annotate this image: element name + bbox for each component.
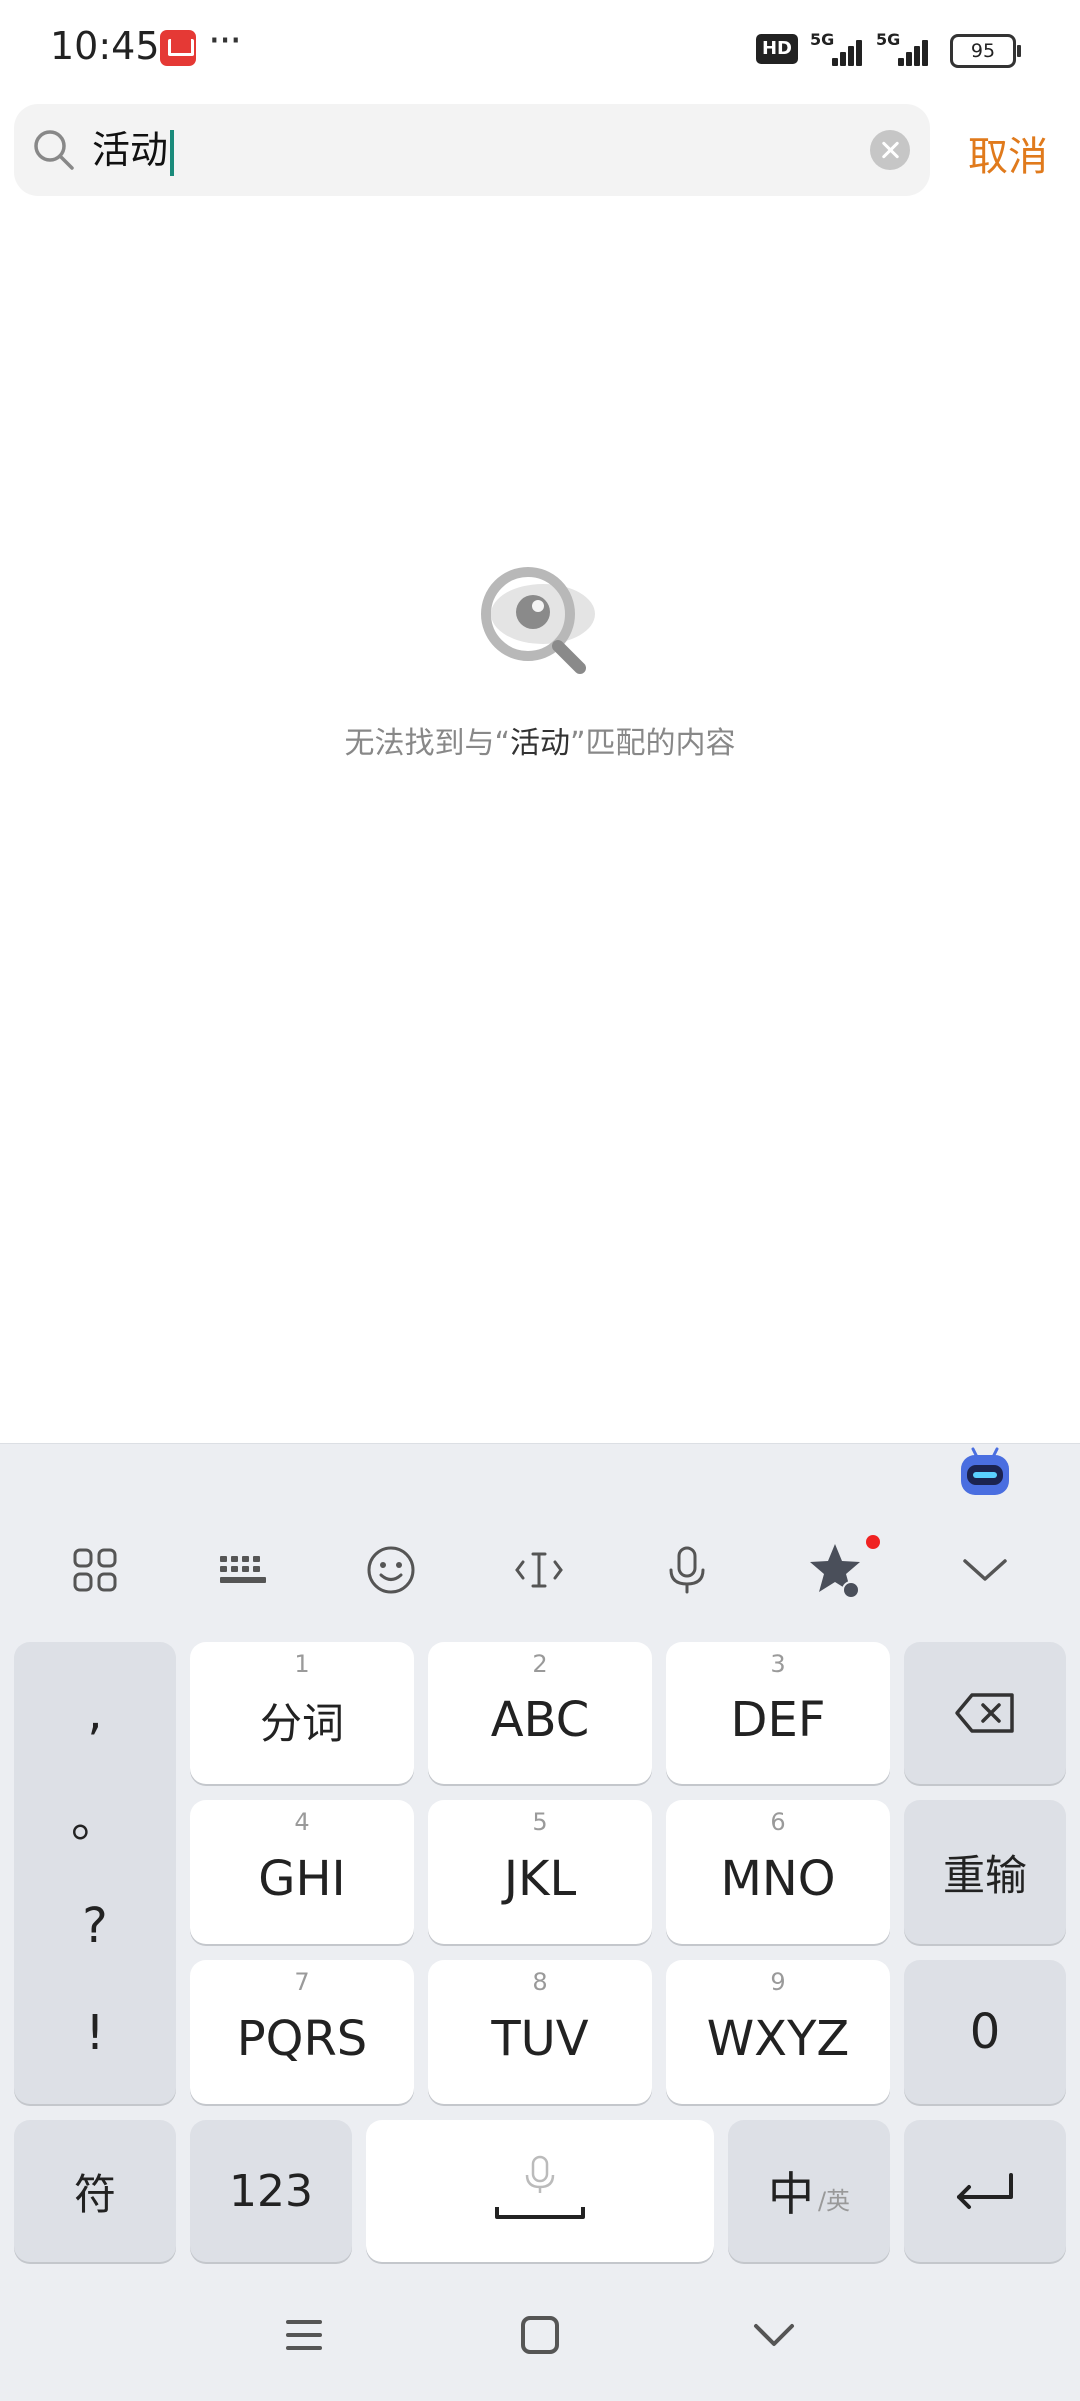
key-label: TUV [491,2011,589,2067]
key-number: 9 [770,1968,786,1996]
grid-icon[interactable] [60,1530,130,1610]
key-number: 7 [294,1968,310,1996]
key-number: 6 [770,1808,786,1836]
key-label: JKL [503,1851,577,1907]
key-8[interactable]: 8 TUV [428,1960,652,2104]
key-1[interactable]: 1 分词 [190,1642,414,1784]
keyboard-icon[interactable] [208,1530,278,1610]
microphone-icon[interactable] [652,1530,722,1610]
search-bar[interactable]: 活动 [14,104,930,196]
key-3[interactable]: 3 DEF [666,1642,890,1784]
menu-nav-button[interactable] [264,2290,344,2380]
symbol-label: 符 [73,2169,116,2219]
cancel-button[interactable]: 取消 [968,124,1048,182]
no-results-icon [481,567,595,674]
lang-primary-label: 中 [767,2167,814,2221]
punct-exclamation[interactable]: ! [85,2009,104,2057]
app-notification-icon [160,30,196,66]
key-label: MNO [720,1851,836,1907]
back-nav-button[interactable] [734,2290,814,2380]
key-label: PQRS [236,2011,368,2067]
punct-comma[interactable]: , [87,1689,102,1737]
numeric-key[interactable]: 123 [190,2120,352,2262]
enter-key[interactable] [904,2120,1066,2262]
space-key[interactable] [366,2120,714,2262]
symbol-key[interactable]: 符 [14,2120,176,2262]
no-results-message: 无法找到与“活动”匹配的内容 [0,718,1080,762]
retype-key[interactable]: 重输 [904,1800,1066,1944]
space-microphone-icon [495,2155,585,2219]
text-caret [170,129,175,176]
retype-label: 重输 [942,1850,1027,1900]
no-results-suffix: ”匹配的内容 [570,726,736,761]
key-number: 1 [294,1650,310,1678]
key-number: 5 [532,1808,548,1836]
keyboard-toolbar [0,1530,1080,1610]
no-results-prefix: 无法找到与“ [344,726,510,761]
key-0[interactable]: 0 [904,1960,1066,2104]
chevron-down-icon[interactable] [950,1530,1020,1610]
key-5[interactable]: 5 JKL [428,1800,652,1944]
home-icon [521,2316,559,2354]
chevron-down-icon [754,2324,794,2346]
star-icon[interactable] [800,1530,870,1610]
punct-question[interactable]: ? [82,1902,107,1950]
key-label: 分词 [259,1698,344,1748]
punct-period[interactable]: 。 [71,1796,119,1844]
key-4[interactable]: 4 GHI [190,1800,414,1944]
key-9[interactable]: 9 WXYZ [666,1960,890,2104]
battery-icon: 95 [950,34,1021,68]
language-switch-key[interactable]: 中/英 [728,2120,890,2262]
menu-icon [286,2320,322,2350]
lang-secondary-label: /英 [817,2186,851,2215]
navigation-bar [0,2290,1080,2380]
more-notifications-icon: ··· [208,18,242,64]
key-2[interactable]: 2 ABC [428,1642,652,1784]
key-label: ABC [490,1692,590,1748]
keyboard-assistant-icon[interactable] [957,1445,1013,1501]
hd-voice-icon: HD [756,34,798,64]
key-number: 2 [532,1650,548,1678]
key-number: 8 [532,1968,548,1996]
key-label: GHI [258,1851,346,1907]
home-nav-button[interactable] [500,2290,580,2380]
numeric-label: 123 [229,2165,313,2217]
key-7[interactable]: 7 PQRS [190,1960,414,2104]
punctuation-key[interactable]: , 。 ? ! [14,1642,176,2104]
search-input[interactable]: 活动 [92,126,175,176]
cursor-icon[interactable] [504,1530,574,1610]
key-label: DEF [730,1692,826,1748]
key-number: 4 [294,1808,310,1836]
search-input-text: 活动 [92,128,169,172]
key-label: WXYZ [706,2011,850,2067]
no-results-keyword: 活动 [510,726,570,761]
clear-search-button[interactable] [870,130,910,170]
enter-icon [957,2173,1013,2209]
backspace-key[interactable] [904,1642,1066,1784]
key-6[interactable]: 6 MNO [666,1800,890,1944]
status-bar: 10:45 ··· HD 5G 5G 95 [0,0,1080,100]
key-number: 3 [770,1650,786,1678]
key-label: 0 [969,2004,1001,2060]
backspace-icon [955,1693,1014,1733]
search-icon [34,130,74,170]
status-time: 10:45 [50,24,160,68]
notification-dot [866,1535,880,1549]
emoji-icon[interactable] [356,1530,426,1610]
